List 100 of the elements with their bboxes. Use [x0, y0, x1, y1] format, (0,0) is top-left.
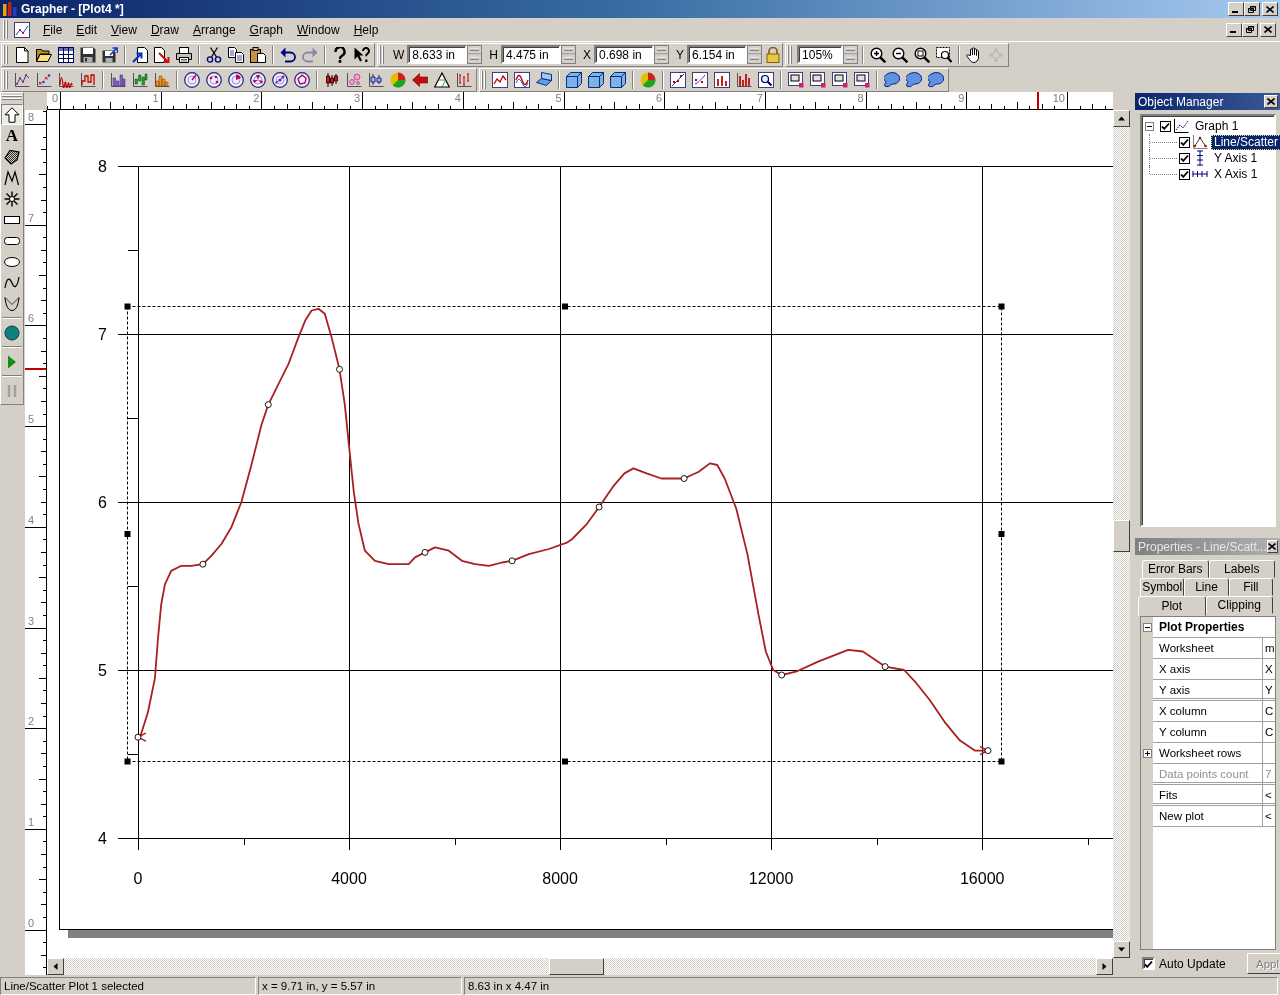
selection-handle[interactable]	[562, 758, 568, 765]
scroll-left-button[interactable]	[47, 958, 64, 975]
property-value[interactable]: Y	[1263, 680, 1275, 701]
line-graph-icon[interactable]	[492, 71, 508, 88]
spinner-icon[interactable]	[747, 45, 763, 64]
tree-item[interactable]: X Axis 1	[1211, 166, 1261, 182]
dimension-field[interactable]: 0.698 in	[594, 45, 654, 64]
property-value[interactable]: m	[1263, 638, 1275, 659]
scroll-down-button[interactable]	[1113, 941, 1130, 958]
curve-fit-icon[interactable]	[670, 71, 686, 88]
minus-box-icon[interactable]	[1145, 121, 1154, 131]
tree-item[interactable]: Line/Scatter	[1211, 134, 1280, 150]
close-button[interactable]	[1262, 2, 1278, 16]
minimize-button[interactable]	[1226, 22, 1242, 37]
bubble-plot-icon[interactable]	[346, 71, 362, 88]
scroll-right-button[interactable]	[1096, 958, 1113, 975]
floppy-arrow-icon[interactable]	[102, 46, 118, 63]
visibility-checkbox[interactable]	[1179, 152, 1190, 164]
close-button[interactable]	[1264, 95, 1278, 108]
polar-plot-icon[interactable]	[206, 71, 222, 88]
toolbar-grip[interactable]	[3, 20, 9, 39]
property-value[interactable]: <	[1263, 806, 1275, 827]
menu-item[interactable]: Window	[289, 22, 347, 37]
floating-bar-icon[interactable]	[132, 71, 148, 88]
selection-handle[interactable]	[998, 531, 1005, 537]
candlestick-icon[interactable]	[324, 71, 340, 88]
checkbox[interactable]	[1142, 957, 1155, 970]
scroll-thumb[interactable]	[1113, 520, 1130, 552]
restore-button[interactable]	[1242, 22, 1258, 37]
cube-icon[interactable]	[610, 71, 626, 88]
legend-frame-icon[interactable]	[832, 71, 848, 88]
toolbar-grip[interactable]	[379, 45, 385, 64]
arrow-shape-icon[interactable]	[412, 71, 428, 88]
spinner-icon[interactable]	[843, 45, 859, 64]
cube-icon[interactable]	[588, 71, 604, 88]
cube-icon[interactable]	[566, 71, 582, 88]
minus-box-icon[interactable]	[1142, 623, 1152, 632]
visibility-checkbox[interactable]	[1160, 120, 1171, 132]
peak-line-icon[interactable]	[58, 71, 74, 88]
zoom-fit-icon[interactable]	[914, 46, 931, 63]
property-value[interactable]: X	[1263, 659, 1275, 680]
toolbar-grip[interactable]	[3, 45, 9, 64]
polar-plot-icon[interactable]	[184, 71, 200, 88]
histogram-icon[interactable]	[154, 71, 170, 88]
menu-item[interactable]: Edit	[69, 22, 105, 37]
property-value[interactable]: <	[1263, 785, 1275, 806]
polar-plot-icon[interactable]	[250, 71, 266, 88]
property-value[interactable]: C	[1263, 722, 1275, 743]
polar-plot-icon[interactable]	[228, 71, 244, 88]
box-plot-icon[interactable]	[368, 71, 384, 88]
triangle-plot-icon[interactable]	[434, 71, 450, 88]
toolbar-grip[interactable]	[787, 45, 794, 64]
graph-magnifier-icon[interactable]	[758, 71, 774, 88]
graph-document-icon[interactable]	[14, 21, 30, 38]
page-outward-arrow-icon[interactable]	[154, 46, 170, 63]
zoom-out-icon[interactable]	[892, 46, 909, 63]
tool-button[interactable]	[1, 104, 23, 125]
scroll-thumb[interactable]	[549, 958, 604, 975]
open-folder-icon[interactable]	[36, 46, 52, 63]
selection-handle[interactable]	[998, 758, 1005, 765]
tab[interactable]: Error Bars	[1142, 560, 1209, 578]
padlock-icon[interactable]	[765, 46, 782, 63]
minimize-button[interactable]	[1228, 2, 1244, 16]
step-line-icon[interactable]	[80, 71, 96, 88]
legend-frame-icon[interactable]	[810, 71, 826, 88]
page-inward-arrow-icon[interactable]	[132, 46, 148, 63]
copy-pages-icon[interactable]	[228, 46, 244, 63]
toolbar-grip[interactable]	[3, 70, 9, 89]
selection-handle[interactable]	[124, 303, 131, 310]
pointer-question-icon[interactable]	[354, 46, 370, 63]
visibility-checkbox[interactable]	[1179, 136, 1190, 148]
property-value[interactable]: C	[1263, 701, 1275, 722]
tab[interactable]: Plot	[1138, 596, 1206, 616]
plus-box-icon[interactable]	[1142, 749, 1152, 758]
speech-bubble-icon[interactable]	[884, 71, 900, 88]
polar-plot-icon[interactable]	[294, 71, 310, 88]
tab[interactable]: Fill	[1228, 578, 1273, 596]
close-button[interactable]	[1260, 22, 1276, 37]
bar-chart-icon[interactable]	[110, 71, 126, 88]
pie-chart-icon[interactable]	[390, 71, 406, 88]
dimension-field[interactable]: 8.633 in	[407, 45, 468, 64]
spinner-icon[interactable]	[654, 45, 669, 64]
clipboard-icon[interactable]	[250, 46, 266, 63]
wave-graph-icon[interactable]	[514, 71, 530, 88]
scatter-plot-icon[interactable]	[36, 71, 52, 88]
zoom-rectangle-icon[interactable]	[936, 46, 953, 63]
scroll-up-button[interactable]	[1113, 110, 1130, 127]
spreadsheet-icon[interactable]	[58, 46, 74, 63]
tilted-plane-icon[interactable]	[536, 71, 552, 88]
question-mark-icon[interactable]	[332, 46, 348, 63]
menu-item[interactable]: View	[104, 22, 144, 37]
toolbar-grip[interactable]	[2, 95, 22, 101]
selection-handle[interactable]	[998, 303, 1005, 310]
zoom-in-icon[interactable]	[870, 46, 887, 63]
bar-graph-icon[interactable]	[714, 71, 730, 88]
selection-handle[interactable]	[124, 531, 131, 537]
menu-item[interactable]: Help	[346, 22, 386, 37]
scissors-icon[interactable]	[206, 46, 222, 63]
toolbar-grip[interactable]	[481, 70, 487, 89]
dimension-field[interactable]: 4.475 in	[501, 45, 561, 64]
